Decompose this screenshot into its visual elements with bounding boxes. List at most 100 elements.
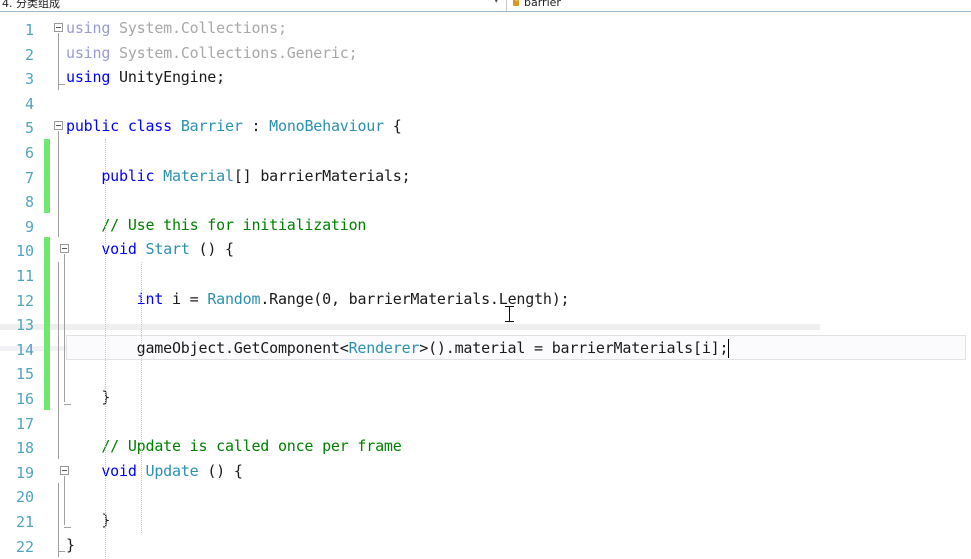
outline-guide bbox=[58, 262, 59, 287]
code-line[interactable] bbox=[64, 262, 66, 287]
code-token: MonoBehaviour bbox=[269, 117, 384, 136]
code-token: : bbox=[242, 117, 270, 136]
tab-barrier-label: barrier bbox=[524, 0, 561, 9]
code-token: () { bbox=[189, 240, 234, 259]
csharp-file-icon bbox=[512, 0, 521, 7]
line-number: 22 bbox=[15, 537, 34, 556]
line-number: 13 bbox=[15, 316, 34, 335]
line-number: 11 bbox=[15, 267, 34, 285]
code-line[interactable]: public Material[] barrierMaterials; bbox=[64, 164, 410, 189]
tab-barrier[interactable]: barrier bbox=[512, 0, 561, 11]
outline-guide bbox=[58, 335, 59, 361]
code-token: { bbox=[383, 117, 402, 136]
code-token: using bbox=[66, 19, 119, 37]
code-token: public class bbox=[66, 117, 172, 136]
outline-guide bbox=[58, 65, 59, 90]
code-line[interactable] bbox=[64, 311, 66, 336]
code-line[interactable]: using System.Collections.Generic; bbox=[64, 41, 358, 66]
line-number: 5 bbox=[24, 119, 34, 138]
code-line[interactable]: } bbox=[64, 533, 75, 558]
code-line[interactable] bbox=[64, 90, 66, 115]
outline-guide bbox=[58, 311, 59, 336]
tab-overflow-chevron-icon[interactable]: ▾ bbox=[494, 0, 499, 6]
line-number: 2 bbox=[24, 45, 34, 64]
tab-divider bbox=[506, 0, 507, 11]
code-line[interactable]: } bbox=[64, 508, 110, 533]
line-number: 1 bbox=[24, 21, 34, 39]
outline-guide bbox=[58, 409, 59, 435]
code-token: } bbox=[66, 535, 75, 554]
code-line[interactable]: using System.Collections; bbox=[64, 16, 287, 41]
outline-guide bbox=[58, 532, 59, 558]
code-token: >().material = barrierMaterials[i]; bbox=[419, 338, 729, 357]
code-token: public bbox=[101, 166, 155, 185]
code-token: Update bbox=[145, 461, 199, 480]
collapse-toggle-icon[interactable] bbox=[54, 23, 63, 32]
outline-guide bbox=[58, 131, 59, 139]
line-number: 9 bbox=[24, 217, 34, 236]
outline-guide bbox=[58, 40, 59, 66]
code-line[interactable]: using UnityEngine; bbox=[64, 65, 225, 90]
code-token: Barrier bbox=[180, 117, 243, 136]
outline-guide bbox=[58, 212, 59, 238]
line-number: 17 bbox=[15, 414, 34, 433]
code-token: // Update is called once per frame bbox=[101, 437, 402, 456]
code-line[interactable] bbox=[64, 139, 66, 164]
code-line[interactable]: // Update is called once per frame bbox=[64, 434, 402, 459]
line-number: 3 bbox=[24, 70, 34, 89]
line-number: 8 bbox=[24, 193, 34, 212]
code-token: void bbox=[101, 461, 137, 480]
code-token: Material bbox=[163, 166, 234, 185]
code-editor[interactable]: 1 2 3 4 5 6 7 8 9 10 11 12 13 14 15 16 17 18 19 20 21 22 usin… bbox=[0, 12, 971, 558]
line-number: 7 bbox=[24, 168, 34, 187]
line-number: 4 bbox=[24, 94, 34, 113]
code-token: } bbox=[66, 511, 111, 529]
code-token: [] barrierMaterials; bbox=[233, 166, 411, 185]
code-token: Random bbox=[207, 289, 261, 308]
code-text-area[interactable]: using System.Collections; using System.Co… bbox=[64, 12, 971, 554]
outline-guide bbox=[58, 434, 59, 459]
code-line[interactable]: void Update () { bbox=[64, 459, 243, 484]
outline-guide bbox=[58, 33, 59, 41]
code-token: System.Collections.Generic; bbox=[119, 43, 358, 62]
inactive-tab-label[interactable]: 4. 分类组成 bbox=[2, 0, 60, 11]
outline-guide bbox=[58, 286, 59, 312]
code-line[interactable]: gameObject.GetComponent<Renderer>().mate… bbox=[64, 336, 729, 361]
code-token: using bbox=[66, 68, 111, 87]
code-line[interactable] bbox=[64, 410, 66, 435]
editor-tab-strip: 4. 分类组成 ▾ barrier bbox=[0, 0, 971, 12]
code-line[interactable]: } bbox=[64, 385, 110, 410]
line-number: 10 bbox=[15, 242, 34, 261]
code-token: // Use this for initialization bbox=[101, 215, 367, 234]
outline-guide bbox=[58, 163, 59, 189]
line-number: 16 bbox=[15, 390, 34, 408]
indent-guide bbox=[105, 139, 106, 558]
code-token: using bbox=[66, 43, 119, 62]
code-line[interactable]: // Use this for initialization bbox=[64, 213, 366, 238]
line-number: 20 bbox=[15, 488, 34, 507]
line-number-gutter: 1 2 3 4 5 6 7 8 9 10 11 12 13 14 15 16 17 18 19 20 21 22 bbox=[0, 12, 37, 556]
code-token: UnityEngine; bbox=[110, 68, 225, 87]
mouse-text-cursor bbox=[505, 306, 514, 322]
code-token: } bbox=[66, 388, 111, 406]
code-line[interactable]: public class Barrier : MonoBehaviour { bbox=[64, 114, 402, 139]
code-token: i = bbox=[163, 289, 208, 308]
line-number: 19 bbox=[15, 463, 34, 482]
code-line[interactable] bbox=[64, 483, 66, 508]
code-line[interactable] bbox=[64, 188, 66, 213]
code-line[interactable]: void Start () { bbox=[64, 237, 234, 262]
outline-guide bbox=[58, 483, 59, 508]
code-token: System.Collections; bbox=[119, 19, 287, 37]
code-line[interactable]: int i = Random.Range(0, barrierMaterials… bbox=[64, 287, 570, 312]
collapse-toggle-icon[interactable] bbox=[54, 121, 63, 131]
code-line[interactable] bbox=[64, 360, 66, 385]
code-token: () { bbox=[198, 461, 243, 480]
outline-guide bbox=[58, 360, 59, 385]
